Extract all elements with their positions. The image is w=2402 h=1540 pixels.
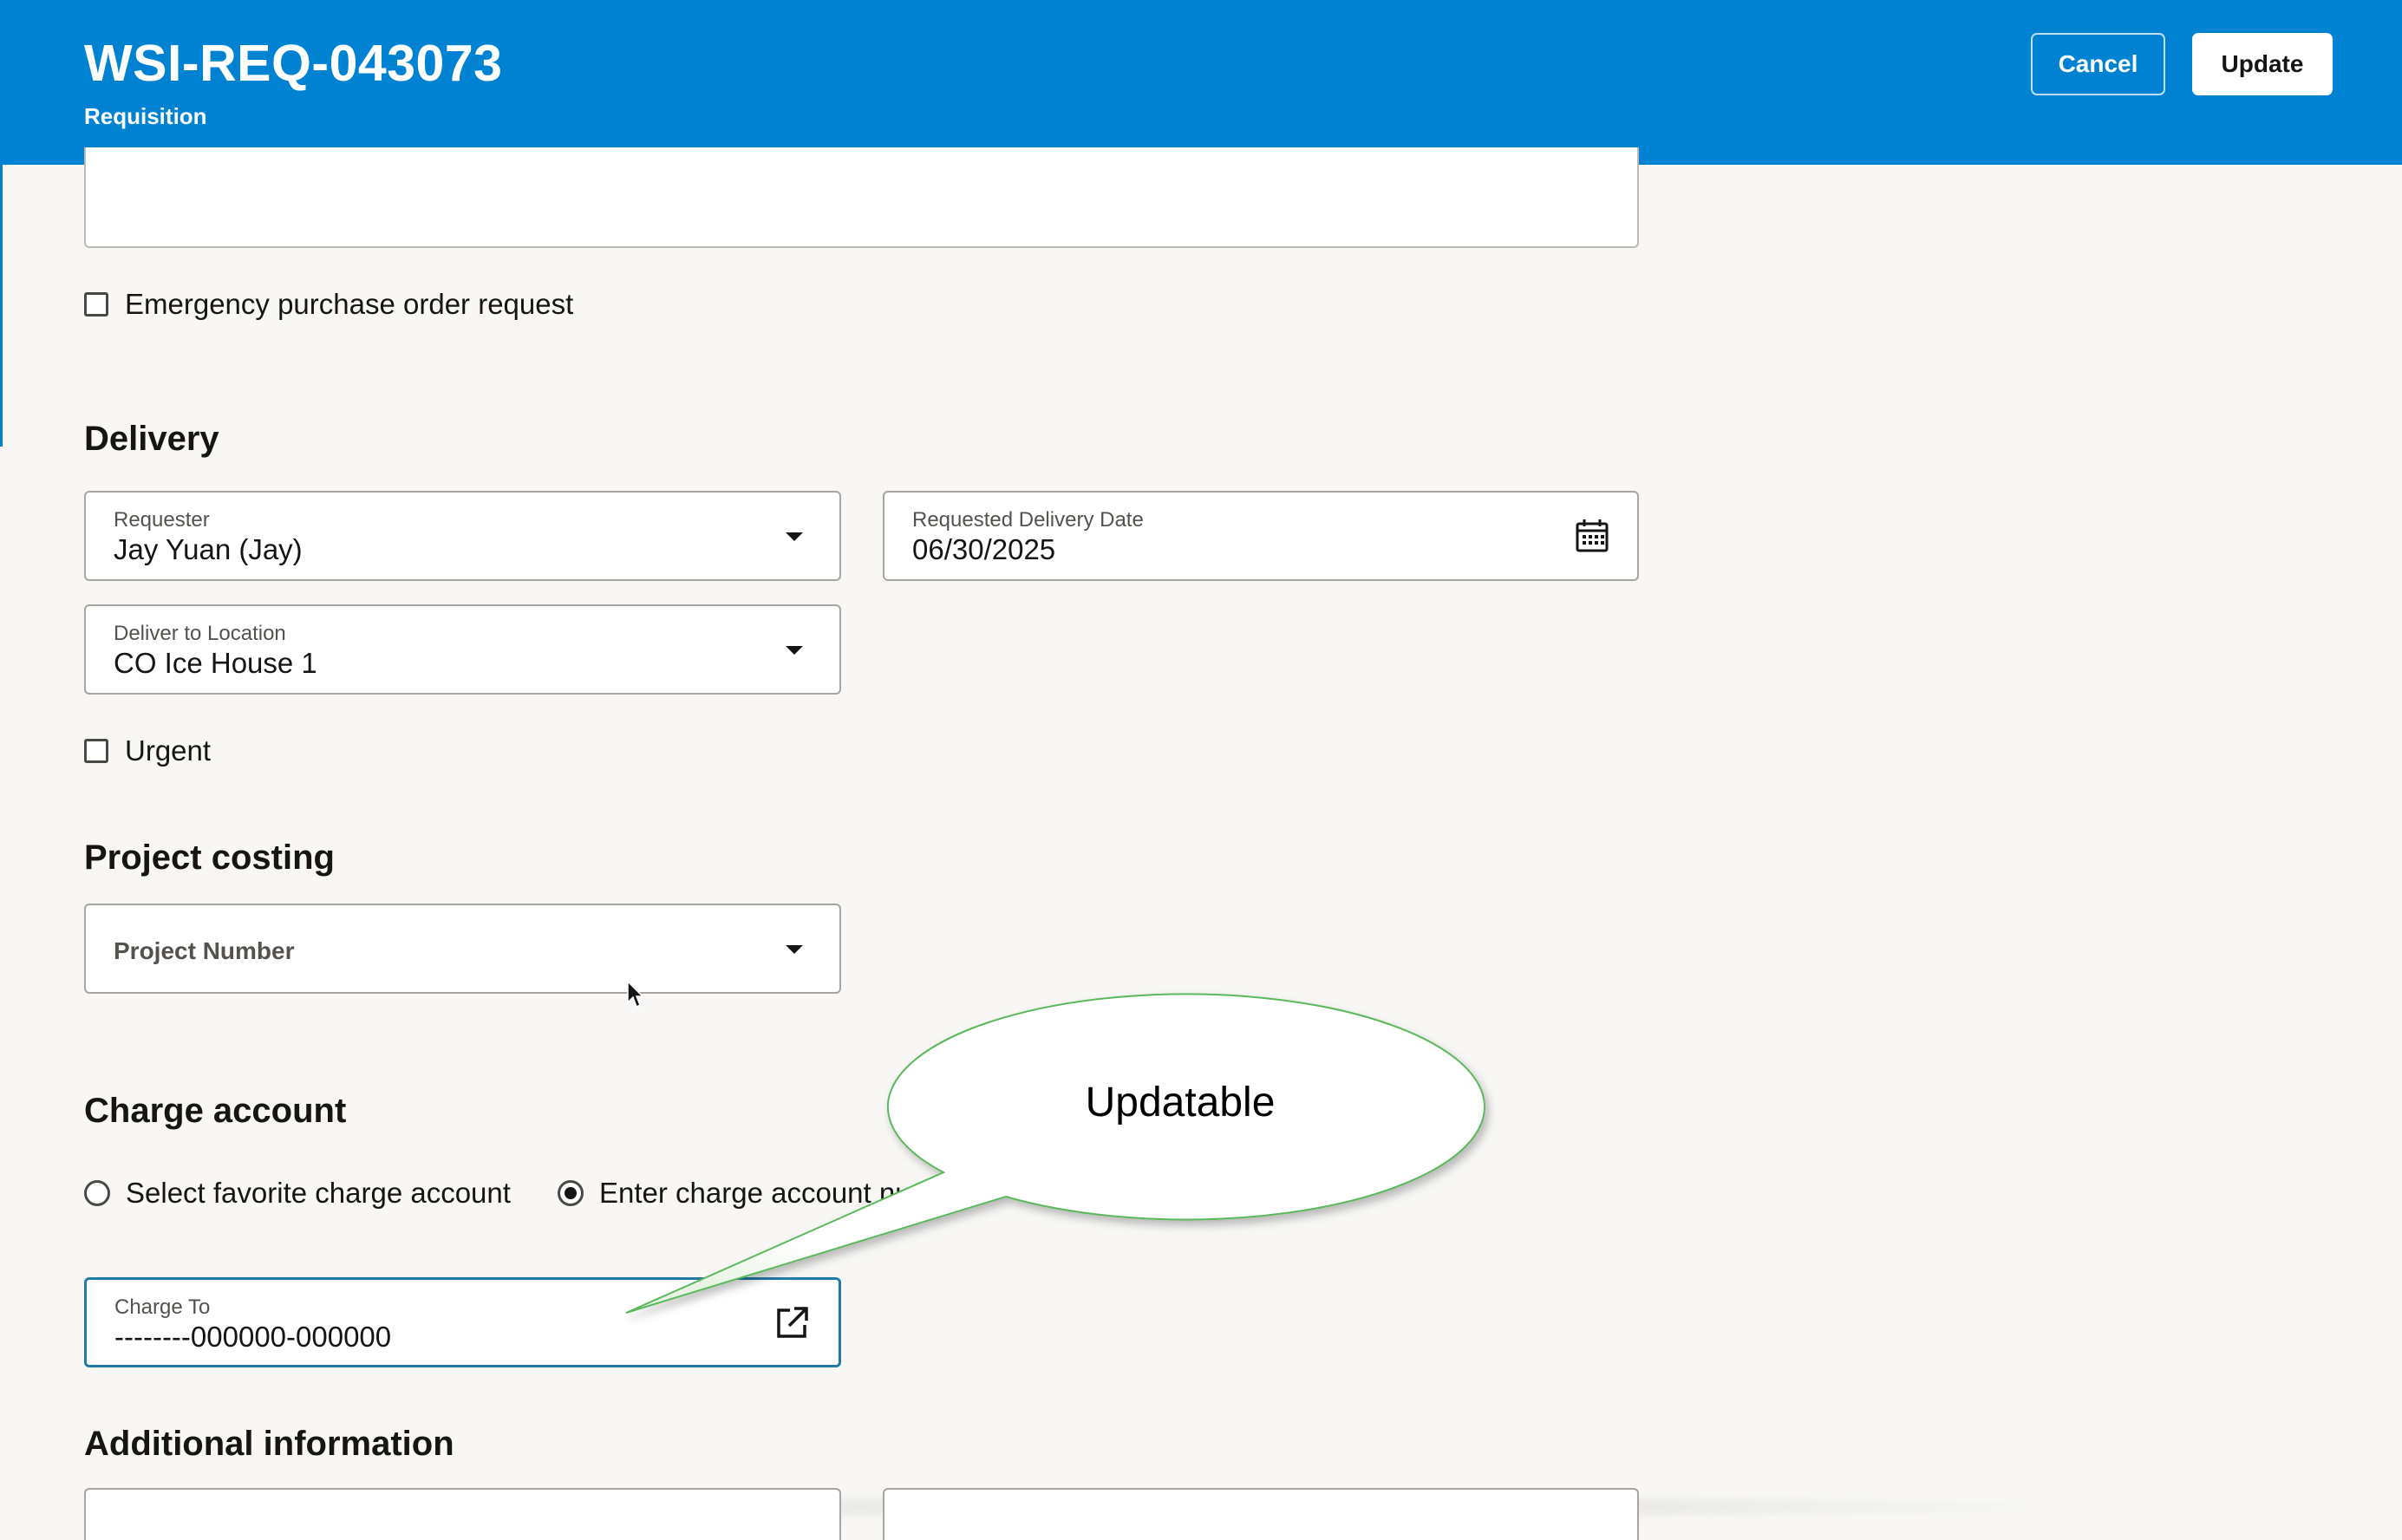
chevron-down-icon[interactable] [786,532,803,541]
deliver-to-location-value: CO Ice House 1 [114,647,317,679]
additional-information-section-title: Additional information [84,1425,454,1463]
deliver-to-location-select[interactable]: Deliver to Location CO Ice House 1 [84,604,841,695]
charge-account-section-title: Charge account [84,1092,347,1130]
emergency-po-checkbox-row[interactable]: Emergency purchase order request [84,287,573,322]
callout-text: Updatable [1085,1080,1276,1126]
additional-info-field-left[interactable] [84,1488,841,1540]
requester-label: Requester [114,508,210,532]
requested-delivery-date-value: 06/30/2025 [912,533,1056,565]
requested-delivery-date-field[interactable]: Requested Delivery Date 06/30/2025 [883,491,1639,581]
cancel-button[interactable]: Cancel [2031,33,2165,95]
project-number-placeholder: Project Number [114,937,295,964]
requester-value: Jay Yuan (Jay) [114,533,303,565]
requester-select[interactable]: Requester Jay Yuan (Jay) [84,491,841,581]
project-costing-section-title: Project costing [84,839,335,877]
urgent-checkbox[interactable] [84,739,108,763]
external-link-icon[interactable] [773,1304,811,1342]
chevron-down-icon[interactable] [786,646,803,655]
calendar-icon[interactable] [1573,517,1611,555]
page-title: WSI-REQ-043073 [84,35,503,92]
radio-button-selected[interactable] [558,1180,584,1206]
delivery-section-title: Delivery [84,420,219,458]
project-number-select[interactable]: Project Number [84,904,841,994]
page-header: WSI-REQ-043073 Requisition Cancel Update [0,0,2402,165]
urgent-checkbox-row[interactable]: Urgent [84,734,211,768]
radio-button[interactable] [84,1180,110,1206]
page-subtitle: Requisition [84,103,207,129]
emergency-po-label: Emergency purchase order request [125,288,574,320]
radio-favorite-charge-account[interactable]: Select favorite charge account [84,1176,511,1210]
charge-to-value: --------000000-000000 [114,1321,392,1353]
callout-bubble-shape [625,993,1485,1314]
update-button[interactable]: Update [2192,33,2333,95]
urgent-label: Urgent [125,734,212,767]
charge-to-field[interactable]: Charge To --------000000-000000 [84,1277,841,1367]
radio-favorite-label: Select favorite charge account [126,1177,511,1209]
deliver-to-location-label: Deliver to Location [114,622,286,645]
charge-to-label: Charge To [114,1295,211,1319]
chevron-down-icon[interactable] [786,945,803,954]
radio-enter-label: Enter charge account nu [599,1177,911,1209]
radio-enter-charge-account[interactable]: Enter charge account nu [558,1176,911,1210]
mouse-pointer-icon [627,980,643,1008]
left-accent-strip [0,165,3,447]
emergency-po-checkbox[interactable] [84,292,108,316]
additional-info-field-right[interactable] [883,1488,1639,1540]
justification-textarea[interactable] [84,147,1639,248]
requested-delivery-date-label: Requested Delivery Date [912,508,1144,532]
